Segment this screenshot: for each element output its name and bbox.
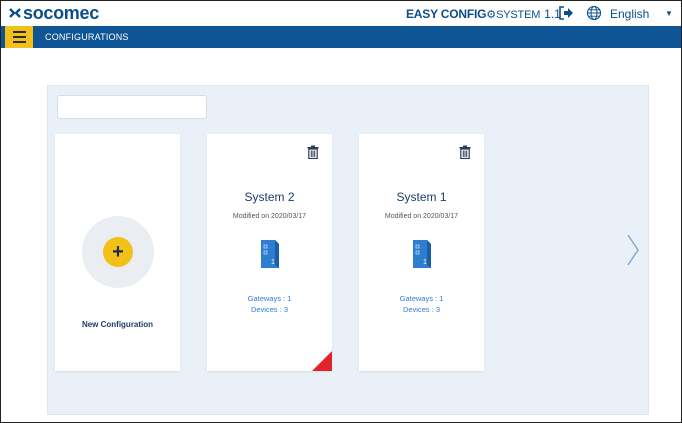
devices-count: Devices : 3 [402, 305, 441, 314]
svg-text:1: 1 [423, 259, 427, 266]
gateway-device-icon: 1 [258, 238, 282, 270]
svg-text:1: 1 [271, 259, 275, 266]
devices-count: Devices : 3 [250, 305, 289, 314]
brand-logo: socomec [9, 3, 99, 23]
plus-icon: + [103, 237, 133, 267]
chevron-down-icon[interactable]: ▼ [665, 9, 673, 18]
configuration-modified-date: Modified on 2020/03/17 [232, 213, 307, 220]
new-configuration-label: New Configuration [81, 320, 154, 329]
nav-bar: CONFIGURATIONS [1, 26, 681, 48]
trash-icon[interactable] [307, 145, 319, 160]
search-input[interactable] [57, 95, 207, 119]
configuration-name: System 2 [244, 190, 295, 204]
page-title: CONFIGURATIONS [45, 32, 129, 42]
hamburger-menu-icon[interactable] [5, 26, 33, 48]
carousel-next-icon[interactable] [626, 233, 640, 267]
add-configuration-button[interactable]: + [82, 216, 154, 288]
product-name: EASY CONFIG⚙SYSTEM 1.1 [406, 7, 561, 22]
logout-icon[interactable] [558, 6, 574, 20]
new-configuration-card[interactable]: + New Configuration [55, 134, 180, 371]
brand-name: socomec [23, 3, 99, 23]
trash-icon[interactable] [459, 145, 471, 160]
gateways-count: Gateways : 1 [399, 294, 444, 303]
globe-icon[interactable] [586, 5, 602, 21]
top-bar: socomec EASY CONFIG⚙SYSTEM 1.1 English ▼ [1, 1, 681, 26]
product-name-light: SYSTEM [496, 9, 541, 21]
configuration-name: System 1 [396, 190, 447, 204]
configuration-card-system-2[interactable]: System 2 Modified on 2020/03/17 1 Gatewa… [207, 134, 332, 371]
socomec-logo-icon [9, 6, 21, 20]
language-selector[interactable]: English [610, 7, 649, 21]
configuration-modified-date: Modified on 2020/03/17 [384, 213, 459, 220]
configuration-card-system-1[interactable]: System 1 Modified on 2020/03/17 1 Gatewa… [359, 134, 484, 371]
product-name-bold: EASY CONFIG [406, 7, 487, 21]
new-configuration-flag [312, 351, 332, 371]
gear-icon: ⚙ [486, 9, 497, 21]
app-window: socomec EASY CONFIG⚙SYSTEM1.1 English ▼ [0, 0, 682, 423]
menu-line [12, 41, 26, 43]
gateway-device-icon: 1 [410, 238, 434, 270]
menu-line [12, 36, 26, 38]
gateways-count: Gateways : 1 [247, 294, 292, 303]
menu-line [12, 31, 26, 33]
